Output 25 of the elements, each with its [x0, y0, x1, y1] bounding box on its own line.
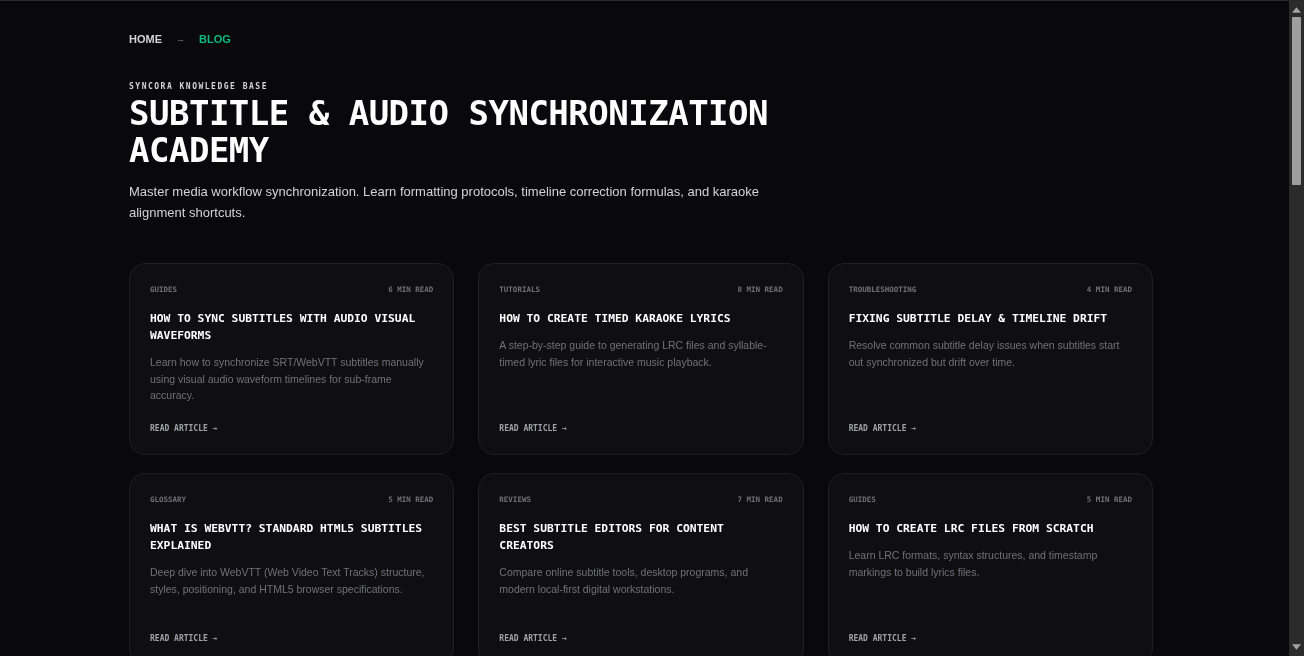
article-summary: Learn how to synchronize SRT/WebVTT subtitles manually using visual audio waveform timelines for sub-frame accuracy. — [150, 355, 425, 403]
page-title: SUBTITLE & AUDIO SYNCHRONIZATION ACADEMY — [129, 95, 770, 169]
scrollbar-drawing[interactable] — [1289, 1, 1304, 656]
article-title: HOW TO SYNC SUBTITLES WITH AUDIO VISUAL WAVEFORMS — [150, 311, 417, 344]
breadcrumb-link[interactable]: HOME — [129, 33, 162, 45]
read-article-link[interactable]: READ ARTICLE → — [150, 423, 434, 434]
article-title: HOW TO CREATE TIMED KARAOKE LYRICS — [499, 311, 732, 327]
intro-text: Master media workflow synchronization. Learn formatting protocols, timeline correction formulas, and karaoke alignment shortcuts. — [129, 183, 761, 222]
article-title: BEST SUBTITLE EDITORS FOR CONTENT CREATORS — [499, 521, 725, 554]
article-title: HOW TO CREATE LRC FILES FROM SCRATCH — [848, 521, 1095, 537]
article-summary: Compare online subtitle tools, desktop programs, and modern local-first digital workstations. — [499, 565, 749, 597]
article-summary: Deep dive into WebVTT (Web Video Text Tracks) structure, styles, positioning, and HTML5 browser specifications. — [150, 565, 426, 597]
article-summary: Learn LRC formats, syntax structures, and timestamp markings to build lyrics files. — [848, 548, 1099, 580]
read-article-link[interactable]: READ ARTICLE → — [150, 633, 434, 644]
breadcrumb-link[interactable]: BLOG — [199, 33, 231, 45]
article-summary: Resolve common subtitle delay issues when subtitles start out synchronized but drift over time. — [848, 338, 1121, 370]
eyebrow-label: SYNCORA KNOWLEDGE BASE — [129, 82, 269, 91]
breadcrumb-separator: → — [176, 34, 185, 44]
read-article-link[interactable]: READ ARTICLE → — [848, 633, 1132, 644]
read-article-link[interactable]: READ ARTICLE → — [499, 633, 783, 644]
read-article-link[interactable]: READ ARTICLE → — [848, 423, 1132, 434]
read-article-link[interactable]: READ ARTICLE → — [499, 423, 783, 434]
article-summary: A step-by-step guide to generating LRC files and syllable-timed lyric files for interactive music playback. — [499, 338, 768, 370]
article-title: WHAT IS WEBVTT? STANDARD HTML5 SUBTITLES EXPLAINED — [150, 521, 424, 554]
article-title: FIXING SUBTITLE DELAY & TIMELINE DRIFT — [848, 311, 1109, 327]
